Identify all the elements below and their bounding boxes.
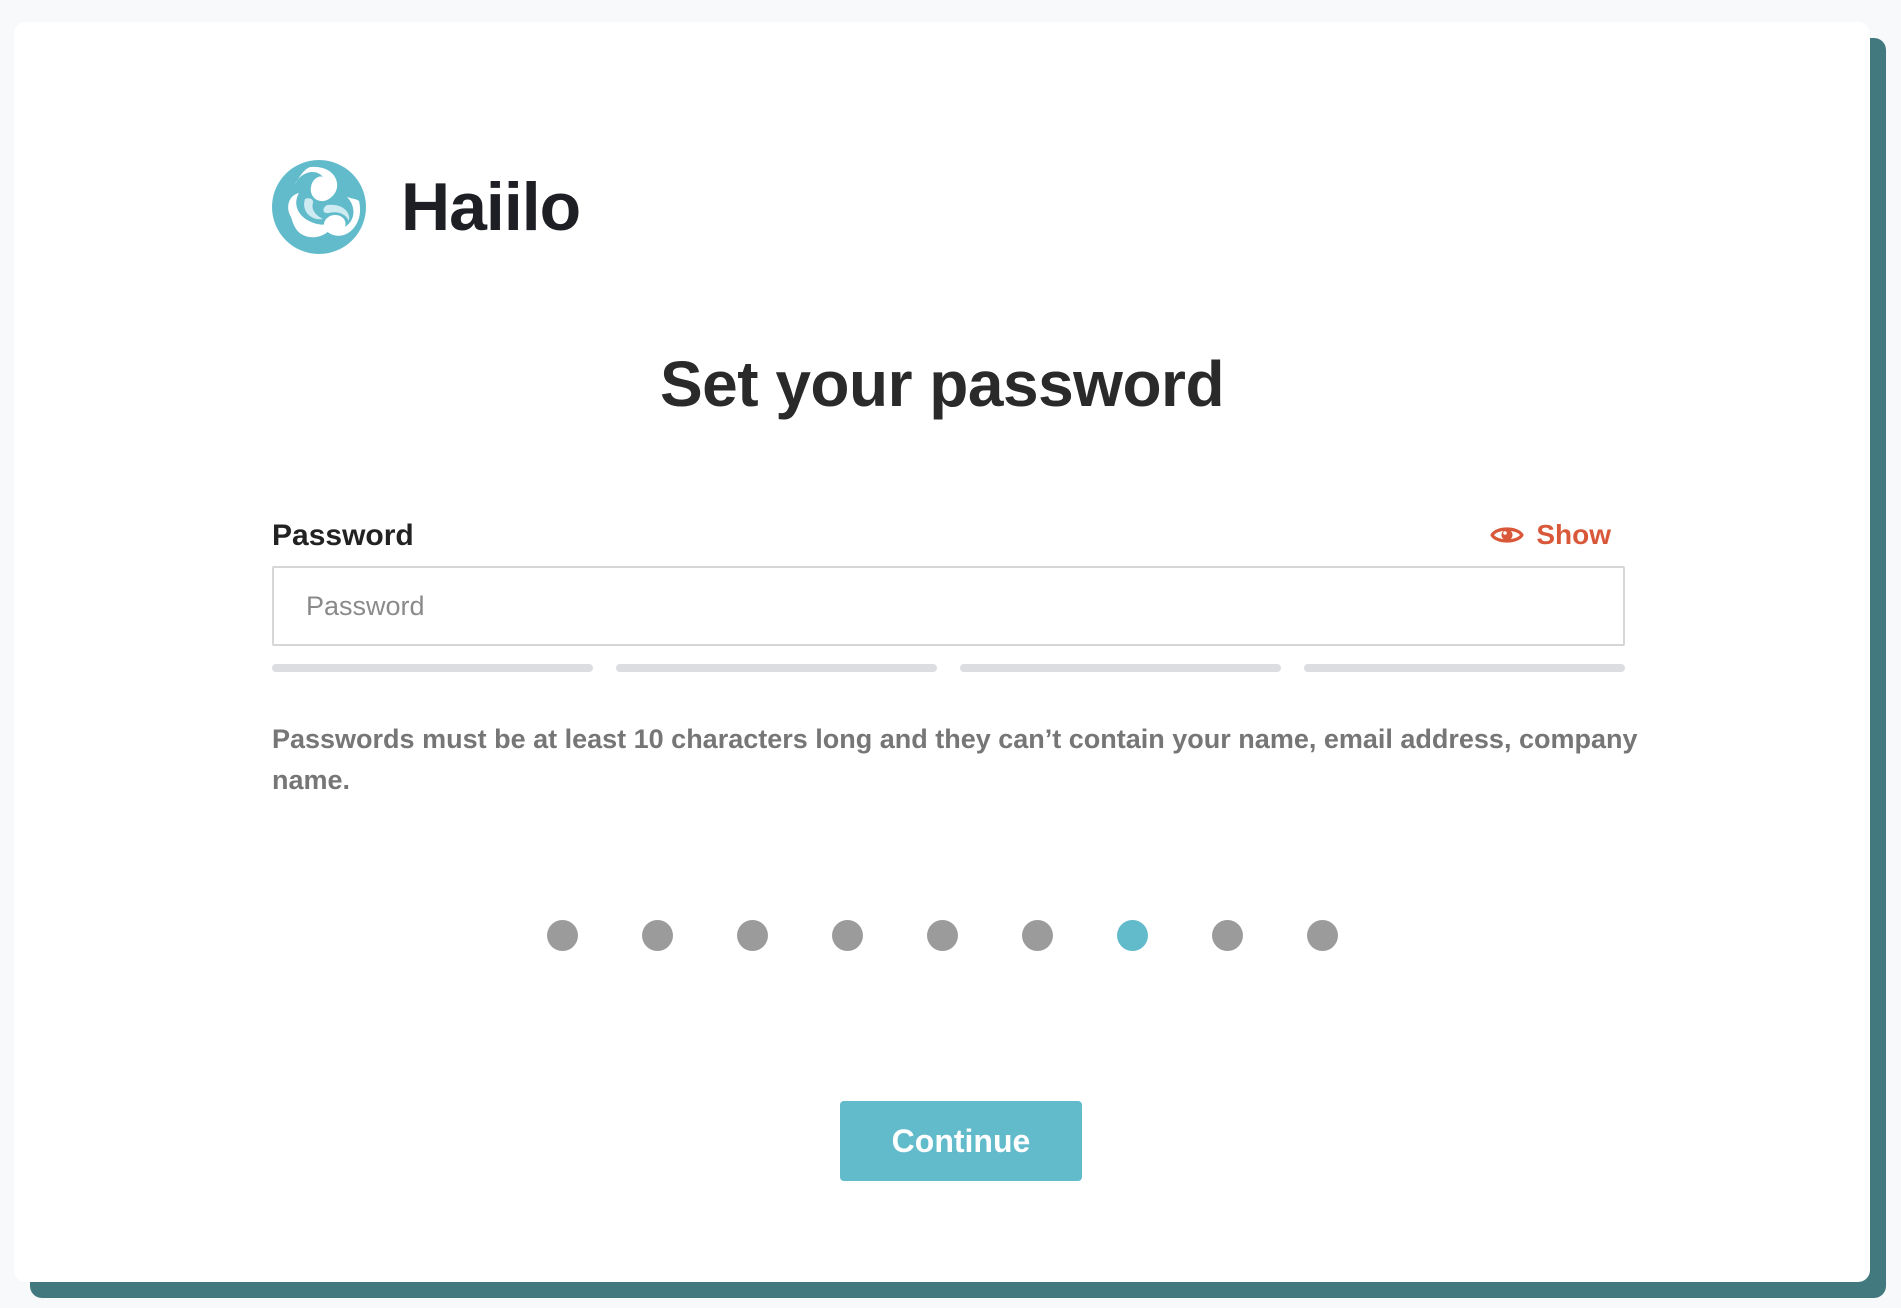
password-requirements-hint: Passwords must be at least 10 characters… [272, 724, 1638, 795]
step-dot-4[interactable] [831, 920, 863, 951]
step-dot-3[interactable] [736, 920, 768, 951]
password-label: Password [272, 519, 414, 552]
strength-segment [960, 664, 1281, 672]
onboarding-card: Haiilo Set your password Password Show P… [14, 22, 1870, 1282]
page-title: Set your password [659, 348, 1225, 420]
brand-name: Haiilo [401, 169, 581, 245]
step-dot-9[interactable] [1306, 920, 1338, 951]
step-dot-2[interactable] [641, 920, 673, 951]
brand-logo: Haiilo [271, 159, 581, 255]
eye-icon [1490, 527, 1524, 543]
step-dot-1[interactable] [546, 920, 578, 951]
password-input[interactable] [272, 566, 1625, 646]
show-password-label: Show [1536, 519, 1611, 550]
strength-segment [1304, 664, 1625, 672]
step-dot-7[interactable] [1116, 920, 1148, 951]
haiilo-logo-icon [272, 160, 366, 254]
step-dot-6[interactable] [1021, 920, 1053, 951]
step-indicator [14, 920, 1870, 951]
strength-segment [616, 664, 937, 672]
step-dot-8[interactable] [1211, 920, 1243, 951]
continue-button[interactable]: Continue [840, 1101, 1082, 1181]
show-password-toggle[interactable]: Show [1490, 519, 1611, 551]
password-strength-meter [272, 664, 1625, 672]
step-dot-5[interactable] [926, 920, 958, 951]
strength-segment [272, 664, 593, 672]
